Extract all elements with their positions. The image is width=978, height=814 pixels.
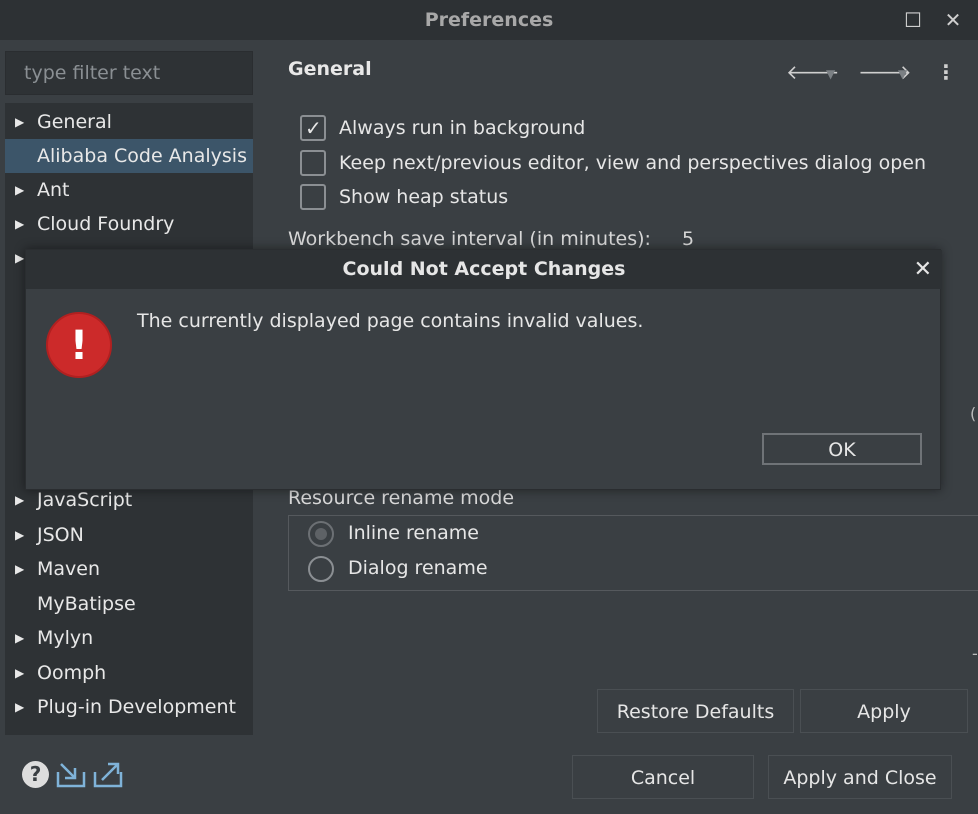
apply-button[interactable]: Apply [800, 689, 968, 733]
export-icon[interactable] [92, 760, 124, 788]
expand-arrow-icon[interactable]: ▶ [15, 207, 25, 241]
rename-mode-group-label: Resource rename mode [288, 487, 515, 509]
workbench-interval-label: Workbench save interval (in minutes): [288, 228, 651, 250]
expand-arrow-icon[interactable]: ▶ [15, 518, 25, 552]
tree-item-mylyn[interactable]: ▶ Mylyn [5, 621, 253, 655]
tree-item-alibaba[interactable]: Alibaba Code Analysis [5, 139, 253, 173]
tree-item-mybatipse[interactable]: MyBatipse [5, 587, 253, 621]
window-titlebar: Preferences [0, 0, 978, 40]
tree-item-plugin-development[interactable]: ▶ Plug-in Development [5, 690, 253, 724]
help-icon[interactable]: ? [22, 761, 49, 788]
chevron-down-icon[interactable]: ▼ [826, 67, 835, 81]
apply-and-close-button[interactable]: Apply and Close [768, 755, 952, 799]
close-icon[interactable]: ✕ [914, 250, 932, 289]
workbench-interval-value[interactable]: 5 [682, 228, 694, 250]
checkbox[interactable]: ✓ [300, 115, 326, 141]
close-icon[interactable]: ✕ [940, 0, 966, 40]
page-title: General [288, 58, 372, 80]
edge-mark: - [972, 644, 978, 663]
error-dialog: Could Not Accept Changes ✕ ! The current… [25, 249, 942, 490]
expand-arrow-icon[interactable]: ▶ [15, 241, 25, 275]
expand-arrow-icon[interactable]: ▶ [15, 552, 25, 586]
tree-item-ant[interactable]: ▶ Ant [5, 173, 253, 207]
radio-button[interactable] [308, 521, 334, 547]
tree-item-general[interactable]: ▶ General [5, 105, 253, 139]
ok-button[interactable]: OK [762, 433, 922, 465]
window-title: Preferences [424, 9, 554, 31]
chevron-down-icon[interactable]: ▼ [898, 67, 907, 81]
cancel-button[interactable]: Cancel [572, 755, 754, 799]
error-icon: ! [46, 312, 112, 378]
expand-arrow-icon[interactable]: ▶ [15, 690, 25, 724]
expand-arrow-icon[interactable]: ▶ [15, 173, 25, 207]
expand-arrow-icon[interactable]: ▶ [15, 105, 25, 139]
check-icon: ✓ [305, 116, 322, 140]
expand-arrow-icon[interactable]: ▶ [15, 656, 25, 690]
radio-button[interactable] [308, 556, 334, 582]
tree-item-json[interactable]: ▶ JSON [5, 518, 253, 552]
maximize-icon[interactable]: ☐ [900, 0, 926, 40]
checkbox[interactable] [300, 150, 326, 176]
edge-mark: ( [970, 404, 977, 423]
import-icon[interactable] [55, 760, 87, 788]
dialog-title: Could Not Accept Changes [26, 250, 942, 289]
tree-item-oomph[interactable]: ▶ Oomph [5, 656, 253, 690]
dialog-message: The currently displayed page contains in… [137, 310, 644, 332]
more-options-icon[interactable]: ⋮ [936, 60, 956, 84]
tree-item-cloud-foundry[interactable]: ▶ Cloud Foundry [5, 207, 253, 241]
expand-arrow-icon[interactable]: ▶ [15, 621, 25, 655]
restore-defaults-button[interactable]: Restore Defaults [597, 689, 794, 733]
tree-item-maven[interactable]: ▶ Maven [5, 552, 253, 586]
expand-arrow-icon[interactable]: ▶ [15, 483, 25, 517]
checkbox[interactable] [300, 184, 326, 210]
filter-input[interactable] [5, 51, 253, 95]
